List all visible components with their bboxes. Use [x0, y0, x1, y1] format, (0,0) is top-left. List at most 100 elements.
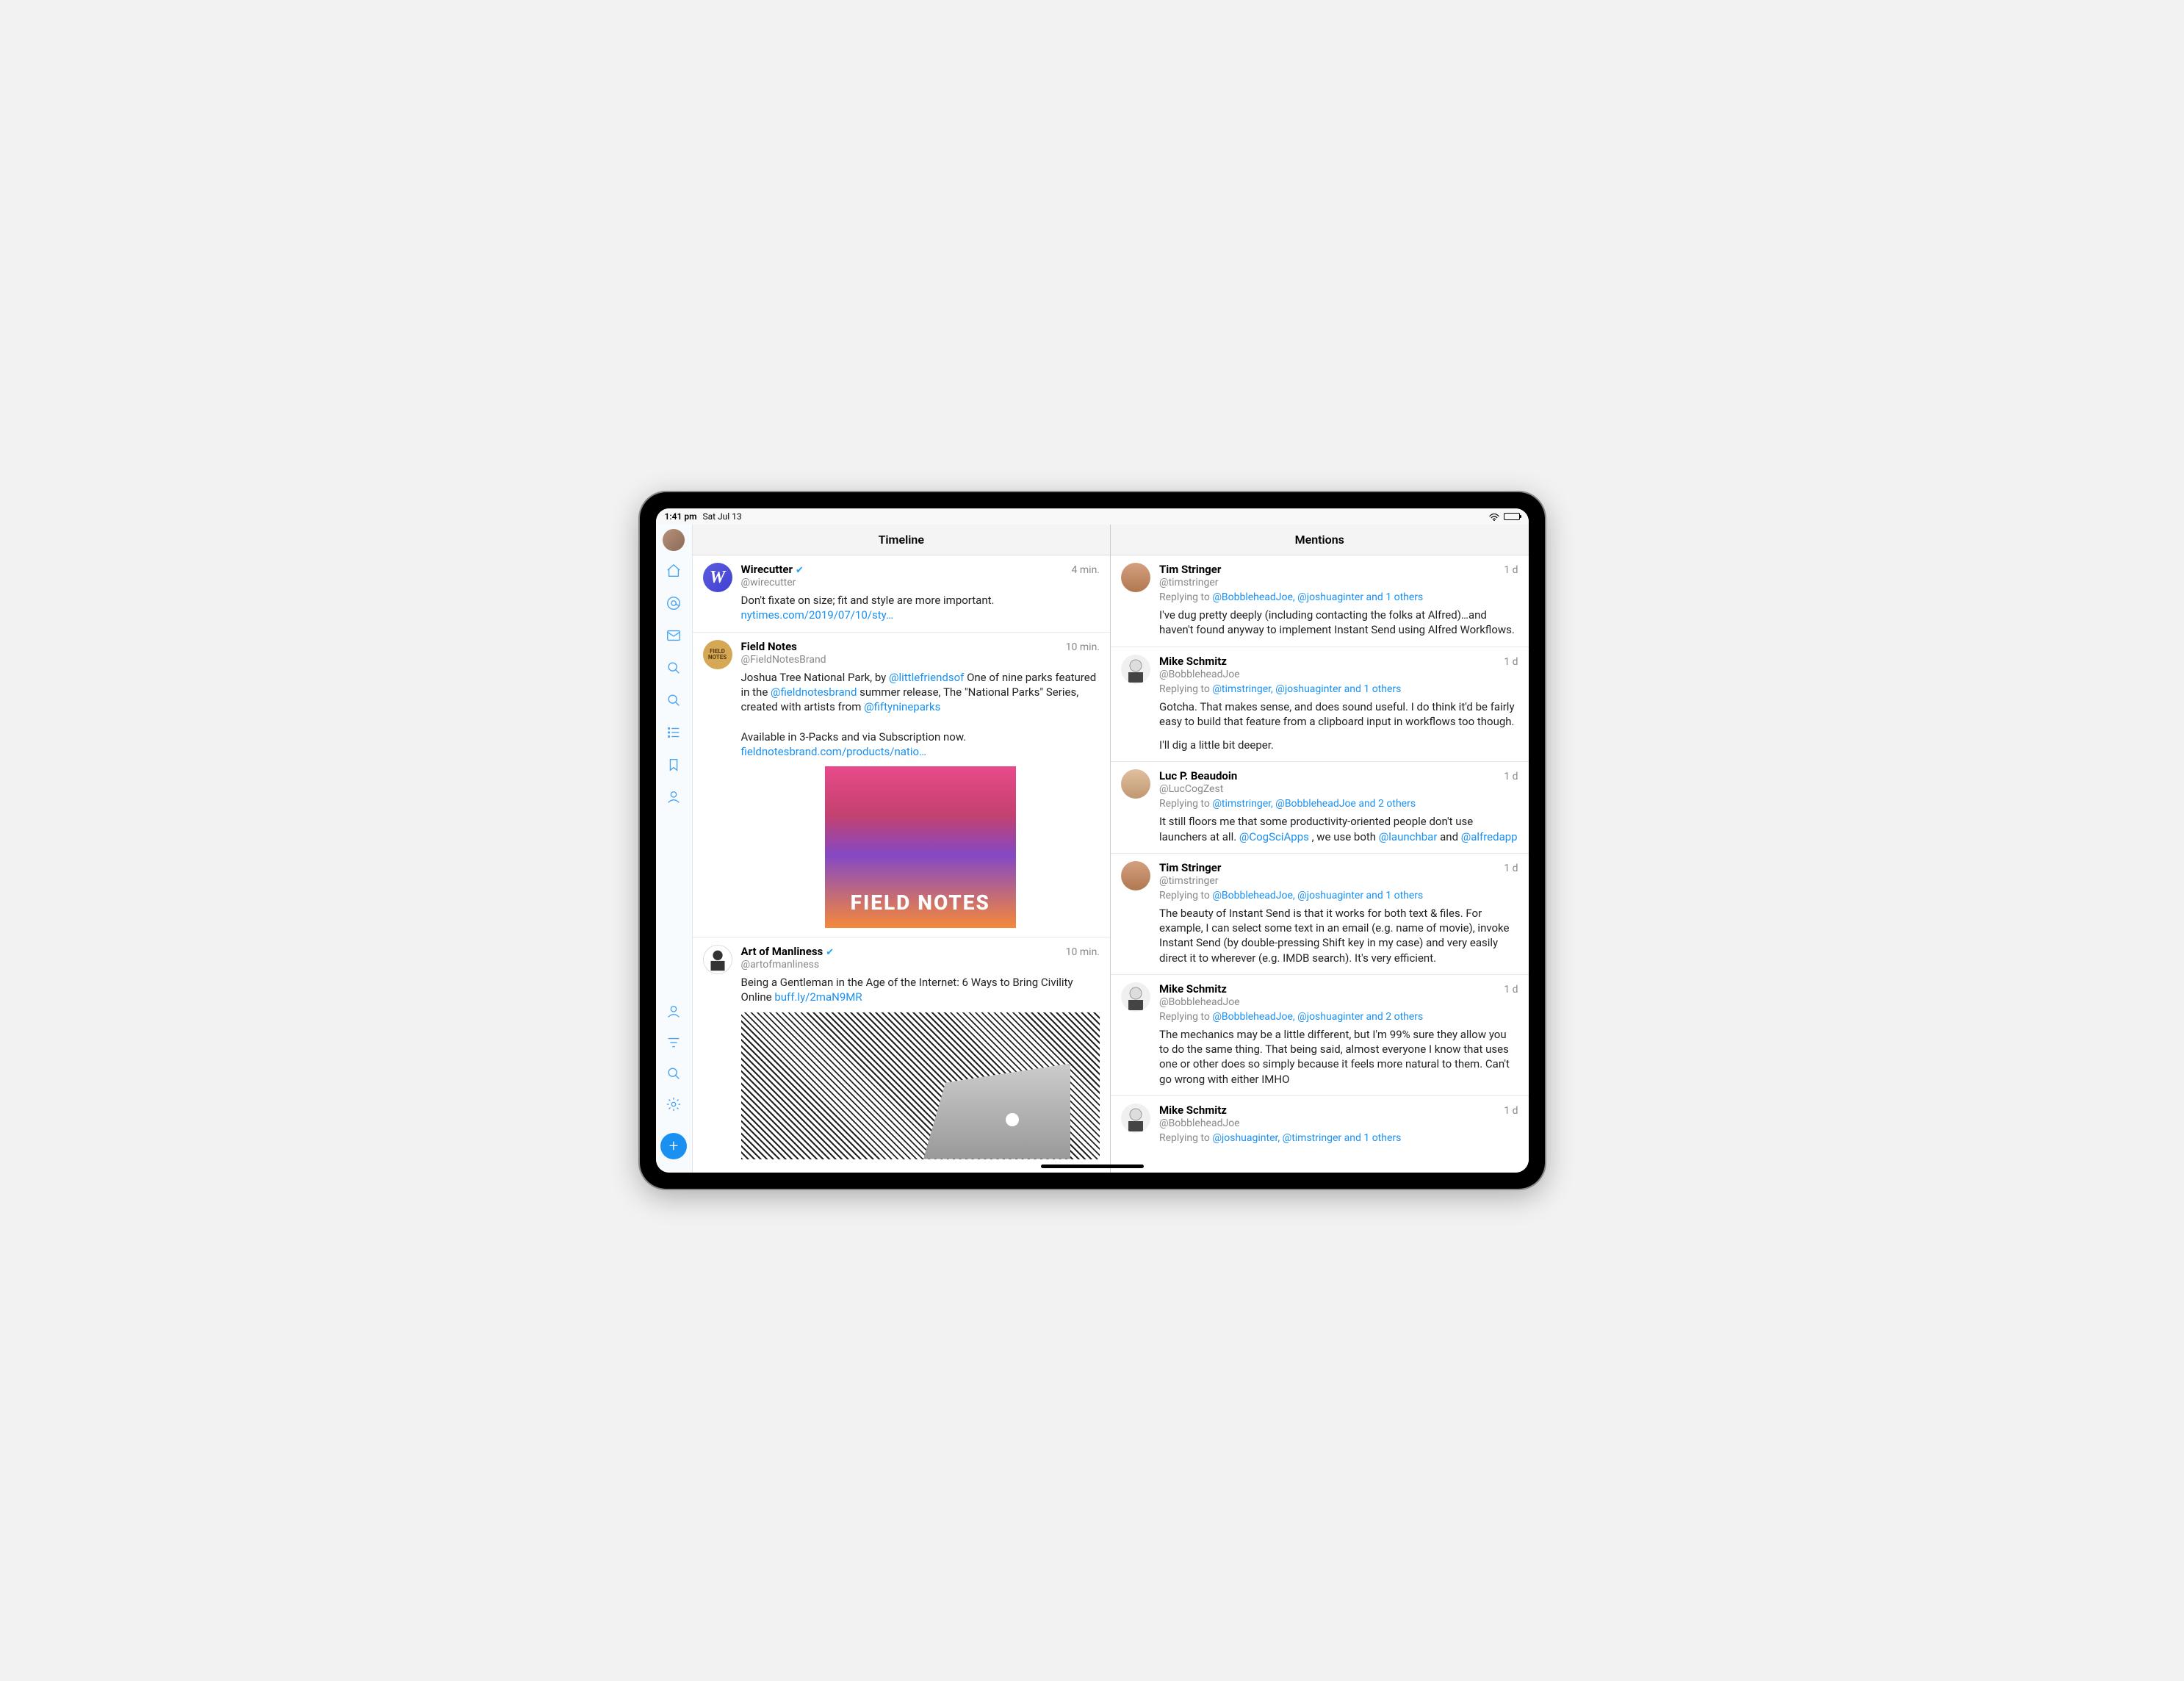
avatar[interactable] [1121, 563, 1150, 592]
home-icon[interactable] [666, 563, 682, 579]
post-author[interactable]: Art of Manliness [741, 945, 823, 958]
post-author[interactable]: Mike Schmitz [1159, 1104, 1227, 1117]
columns: Timeline W Wirecutter ✔ 4 min. @wirecutt… [693, 525, 1529, 1173]
post-text: Gotcha. That makes sense, and does sound… [1159, 699, 1518, 730]
timeline-post[interactable]: Art of Manliness ✔ 10 min. @artofmanline… [693, 937, 1111, 1168]
lists-icon[interactable] [666, 724, 682, 741]
search-bottom-icon[interactable] [666, 1065, 682, 1081]
post-handle: @wirecutter [741, 577, 1100, 588]
screen: 1:41 pm Sat Jul 13 [656, 508, 1529, 1173]
post-link[interactable]: fieldnotesbrand.com/products/natio… [741, 745, 927, 758]
post-text: Don't fixate on size; fit and style are … [741, 593, 1100, 623]
compose-button[interactable]: + [660, 1133, 687, 1159]
post-text: Joshua Tree National Park, by @littlefri… [741, 670, 1100, 760]
messages-icon[interactable] [666, 627, 682, 644]
post-time: 1 d [1504, 564, 1518, 576]
avatar[interactable] [1121, 861, 1150, 890]
reply-line: Replying to @joshuaginter, @timstringer … [1159, 1132, 1518, 1144]
post-handle: @timstringer [1159, 577, 1518, 588]
post-time: 1 d [1504, 1105, 1518, 1117]
reply-link[interactable]: @BobbleheadJoe, @joshuaginter and 1 othe… [1212, 890, 1423, 901]
avatar[interactable]: FIELD NOTES [703, 640, 732, 669]
reply-line: Replying to @BobbleheadJoe, @joshuaginte… [1159, 591, 1518, 603]
post-link[interactable]: @fiftynineparks [864, 700, 940, 713]
post-handle: @FieldNotesBrand [741, 654, 1100, 666]
mentions-post[interactable]: Mike Schmitz 1 d @BobbleheadJoe Replying… [1111, 975, 1529, 1096]
search-secondary-icon[interactable] [666, 692, 682, 708]
reply-line: Replying to @BobbleheadJoe, @joshuaginte… [1159, 890, 1518, 901]
profile-icon[interactable] [666, 789, 682, 805]
reply-link[interactable]: @BobbleheadJoe, @joshuaginter and 1 othe… [1212, 591, 1423, 603]
post-image[interactable] [741, 1012, 1100, 1159]
post-link[interactable]: @littlefriendsof [889, 671, 964, 684]
reply-link[interactable]: @timstringer, @BobbleheadJoe and 2 other… [1212, 798, 1416, 810]
post-author[interactable]: Luc P. Beaudoin [1159, 769, 1237, 782]
avatar[interactable] [1121, 769, 1150, 799]
post-author[interactable]: Field Notes [741, 640, 797, 653]
post-text: The beauty of Instant Send is that it wo… [1159, 906, 1518, 965]
post-author[interactable]: Tim Stringer [1159, 861, 1221, 874]
post-time: 1 d [1504, 656, 1518, 668]
post-time: 10 min. [1066, 946, 1100, 958]
settings-icon[interactable] [666, 1096, 682, 1112]
sidebar: + [656, 525, 693, 1173]
mentions-content[interactable]: Tim Stringer 1 d @timstringer Replying t… [1111, 555, 1529, 1173]
post-link[interactable]: @fieldnotesbrand [771, 685, 857, 699]
mentions-post[interactable]: Tim Stringer 1 d @timstringer Replying t… [1111, 854, 1529, 975]
home-indicator[interactable] [1041, 1165, 1144, 1168]
avatar[interactable]: W [703, 563, 732, 592]
post-handle: @BobbleheadJoe [1159, 669, 1518, 680]
app-body: + Timeline W Wirecutter ✔ [656, 525, 1529, 1173]
mentions-icon[interactable] [666, 595, 682, 611]
post-text: Being a Gentleman in the Age of the Inte… [741, 975, 1100, 1005]
avatar[interactable] [1121, 655, 1150, 684]
timeline-content[interactable]: W Wirecutter ✔ 4 min. @wirecutter Don't … [693, 555, 1111, 1173]
filter-icon[interactable] [666, 1034, 682, 1051]
reply-line: Replying to @timstringer, @joshuaginter … [1159, 683, 1518, 695]
bookmarks-icon[interactable] [666, 757, 682, 773]
battery-icon [1504, 513, 1520, 520]
reply-line: Replying to @timstringer, @BobbleheadJoe… [1159, 798, 1518, 810]
post-link[interactable]: @CogSciApps [1239, 830, 1309, 843]
post-text: The mechanics may be a little different,… [1159, 1027, 1518, 1087]
post-author[interactable]: Mike Schmitz [1159, 655, 1227, 668]
mentions-post[interactable]: Mike Schmitz 1 d @BobbleheadJoe Replying… [1111, 1096, 1529, 1153]
avatar[interactable] [703, 945, 732, 974]
timeline-post[interactable]: W Wirecutter ✔ 4 min. @wirecutter Don't … [693, 555, 1111, 633]
post-handle: @BobbleheadJoe [1159, 996, 1518, 1008]
reply-link[interactable]: @BobbleheadJoe, @joshuaginter and 2 othe… [1212, 1011, 1423, 1023]
post-handle: @timstringer [1159, 875, 1518, 887]
post-link[interactable]: nytimes.com/2019/07/10/sty… [741, 608, 894, 622]
reply-link[interactable]: @joshuaginter, @timstringer and 1 others [1212, 1132, 1401, 1144]
timeline-header[interactable]: Timeline [693, 525, 1111, 555]
account-avatar[interactable] [663, 529, 685, 551]
mentions-header[interactable]: Mentions [1111, 525, 1529, 555]
post-time: 4 min. [1072, 564, 1100, 576]
post-handle: @artofmanliness [741, 959, 1100, 971]
post-author[interactable]: Tim Stringer [1159, 563, 1221, 576]
search-icon[interactable] [666, 660, 682, 676]
avatar[interactable] [1121, 1104, 1150, 1133]
post-author[interactable]: Wirecutter [741, 563, 793, 576]
post-time: 1 d [1504, 863, 1518, 874]
mentions-post[interactable]: Luc P. Beaudoin 1 d @LucCogZest Replying… [1111, 762, 1529, 854]
post-image[interactable]: FIELD NOTES [825, 766, 1016, 928]
post-link[interactable]: buff.ly/2maN9MR [774, 990, 862, 1004]
post-link[interactable]: @alfredapp [1461, 830, 1518, 843]
post-text: I'll dig a little bit deeper. [1159, 738, 1518, 752]
post-time: 1 d [1504, 771, 1518, 782]
post-time: 1 d [1504, 984, 1518, 996]
reply-link[interactable]: @timstringer, @joshuaginter and 1 others [1212, 683, 1401, 695]
profile-secondary-icon[interactable] [666, 1004, 682, 1020]
timeline-post[interactable]: FIELD NOTES Field Notes 10 min. @FieldNo… [693, 633, 1111, 938]
post-author[interactable]: Mike Schmitz [1159, 982, 1227, 996]
mentions-post[interactable]: Mike Schmitz 1 d @BobbleheadJoe Replying… [1111, 647, 1529, 763]
verified-badge-icon: ✔ [826, 947, 834, 958]
mentions-post[interactable]: Tim Stringer 1 d @timstringer Replying t… [1111, 555, 1529, 647]
post-time: 10 min. [1066, 641, 1100, 653]
timeline-column: Timeline W Wirecutter ✔ 4 min. @wirecutt… [693, 525, 1111, 1173]
avatar[interactable] [1121, 982, 1150, 1012]
status-date: Sat Jul 13 [703, 511, 742, 522]
post-link[interactable]: @launchbar [1379, 830, 1438, 843]
post-handle: @LucCogZest [1159, 783, 1518, 795]
